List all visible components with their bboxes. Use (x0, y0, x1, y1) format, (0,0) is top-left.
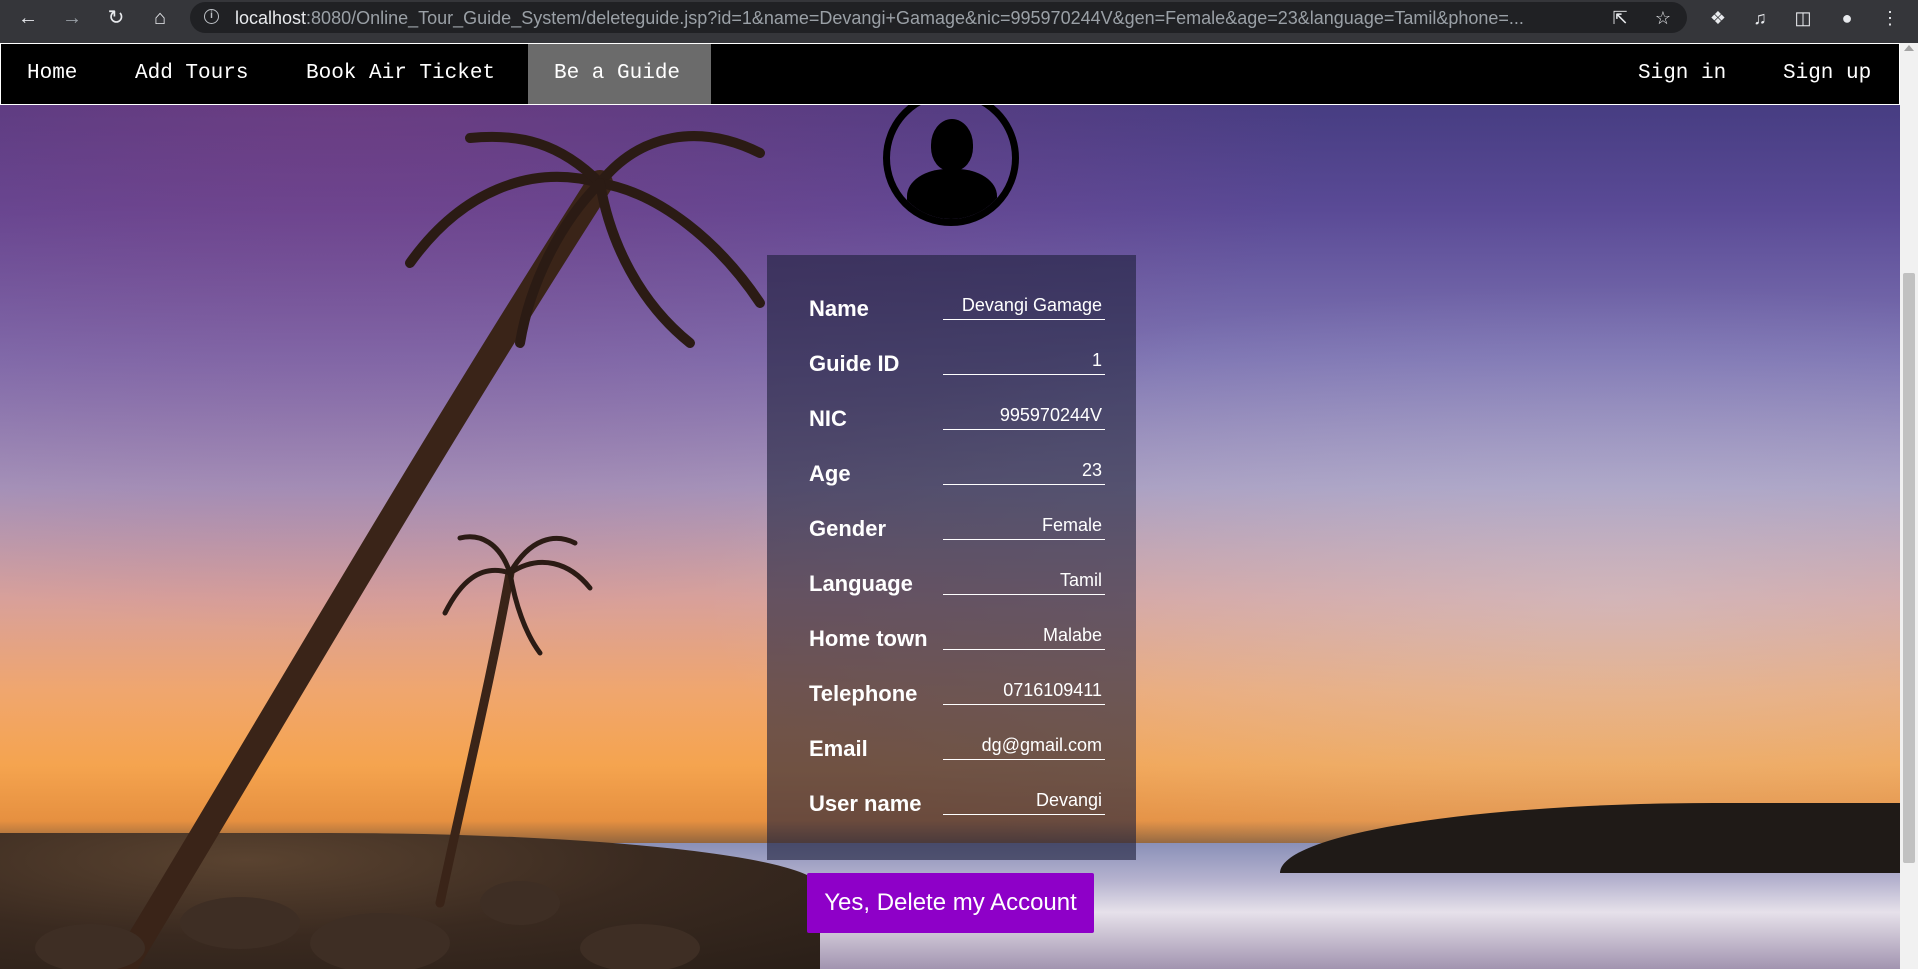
avatar-head (931, 119, 973, 171)
forward-icon[interactable]: → (60, 6, 84, 30)
url-path: :8080/Online_Tour_Guide_System/deletegui… (306, 9, 1524, 28)
field-label: Telephone (809, 681, 918, 706)
field-label: Email (809, 736, 868, 761)
nav-be-a-guide[interactable]: Be a Guide (528, 44, 711, 104)
profile-icon[interactable]: ● (1835, 6, 1859, 30)
field-row-nic: NIC (809, 398, 1109, 438)
telephone-field[interactable] (943, 679, 1105, 705)
field-row-email: Email (809, 728, 1109, 768)
name-field[interactable] (943, 294, 1105, 320)
home-icon[interactable]: ⌂ (148, 6, 172, 30)
language-field[interactable] (943, 569, 1105, 595)
url-host: localhost (235, 9, 307, 28)
address-bar[interactable]: i localhost:8080/Online_Tour_Guide_Syste… (190, 2, 1687, 33)
age-field[interactable] (943, 459, 1105, 485)
side-panel-icon[interactable]: ◫ (1791, 6, 1815, 30)
field-label: Guide ID (809, 351, 900, 376)
nav-add-tours[interactable]: Add Tours (109, 44, 274, 104)
menu-kebab-icon[interactable]: ⋮ (1878, 6, 1902, 30)
reload-icon[interactable]: ↻ (104, 6, 128, 30)
field-row-language: Language (809, 563, 1109, 603)
home-town-field[interactable] (943, 624, 1105, 650)
field-row-guide-id: Guide ID (809, 343, 1109, 383)
site-info-icon[interactable]: i (204, 9, 219, 24)
field-row-name: Name (809, 288, 1109, 328)
browser-toolbar: ← → ↻ ⌂ i localhost:8080/Online_Tour_Gui… (0, 0, 1918, 36)
site-navbar: Home Add Tours Book Air Ticket Be a Guid… (0, 43, 1900, 105)
extensions-icon[interactable]: ❖ (1706, 6, 1730, 30)
guide-details-card: Name Guide ID NIC Age Gender Language Ho… (767, 255, 1136, 860)
gender-field[interactable] (943, 514, 1105, 540)
scrollbar-thumb[interactable] (1903, 273, 1915, 863)
bookmark-star-icon[interactable]: ☆ (1653, 8, 1673, 28)
field-label: NIC (809, 406, 847, 431)
page-scrollbar[interactable] (1900, 43, 1918, 969)
nav-sign-in[interactable]: Sign in (1612, 44, 1752, 104)
field-row-user-name: User name (809, 783, 1109, 823)
guide-id-field[interactable] (943, 349, 1105, 375)
nav-book-air-ticket[interactable]: Book Air Ticket (280, 44, 521, 104)
field-label: Age (809, 461, 851, 486)
field-row-home-town: Home town (809, 618, 1109, 658)
field-label: Language (809, 571, 913, 596)
nav-sign-up[interactable]: Sign up (1757, 44, 1897, 104)
scroll-up-arrow-icon[interactable] (1904, 45, 1914, 51)
avatar-shoulders (907, 169, 997, 219)
field-label: User name (809, 791, 922, 816)
field-row-gender: Gender (809, 508, 1109, 548)
email-field[interactable] (943, 734, 1105, 760)
field-row-age: Age (809, 453, 1109, 493)
nic-field[interactable] (943, 404, 1105, 430)
field-label: Home town (809, 626, 928, 651)
share-icon[interactable]: ⇱ (1610, 8, 1630, 28)
media-control-icon[interactable]: ♫ (1748, 6, 1772, 30)
user-name-field[interactable] (943, 789, 1105, 815)
field-row-telephone: Telephone (809, 673, 1109, 713)
field-label: Name (809, 296, 869, 321)
delete-account-button[interactable]: Yes, Delete my Account (807, 873, 1094, 933)
url-text[interactable]: localhost:8080/Online_Tour_Guide_System/… (235, 9, 1590, 28)
user-avatar-icon (883, 90, 1019, 226)
back-icon[interactable]: ← (16, 6, 40, 30)
nav-home[interactable]: Home (1, 44, 103, 104)
field-label: Gender (809, 516, 887, 541)
